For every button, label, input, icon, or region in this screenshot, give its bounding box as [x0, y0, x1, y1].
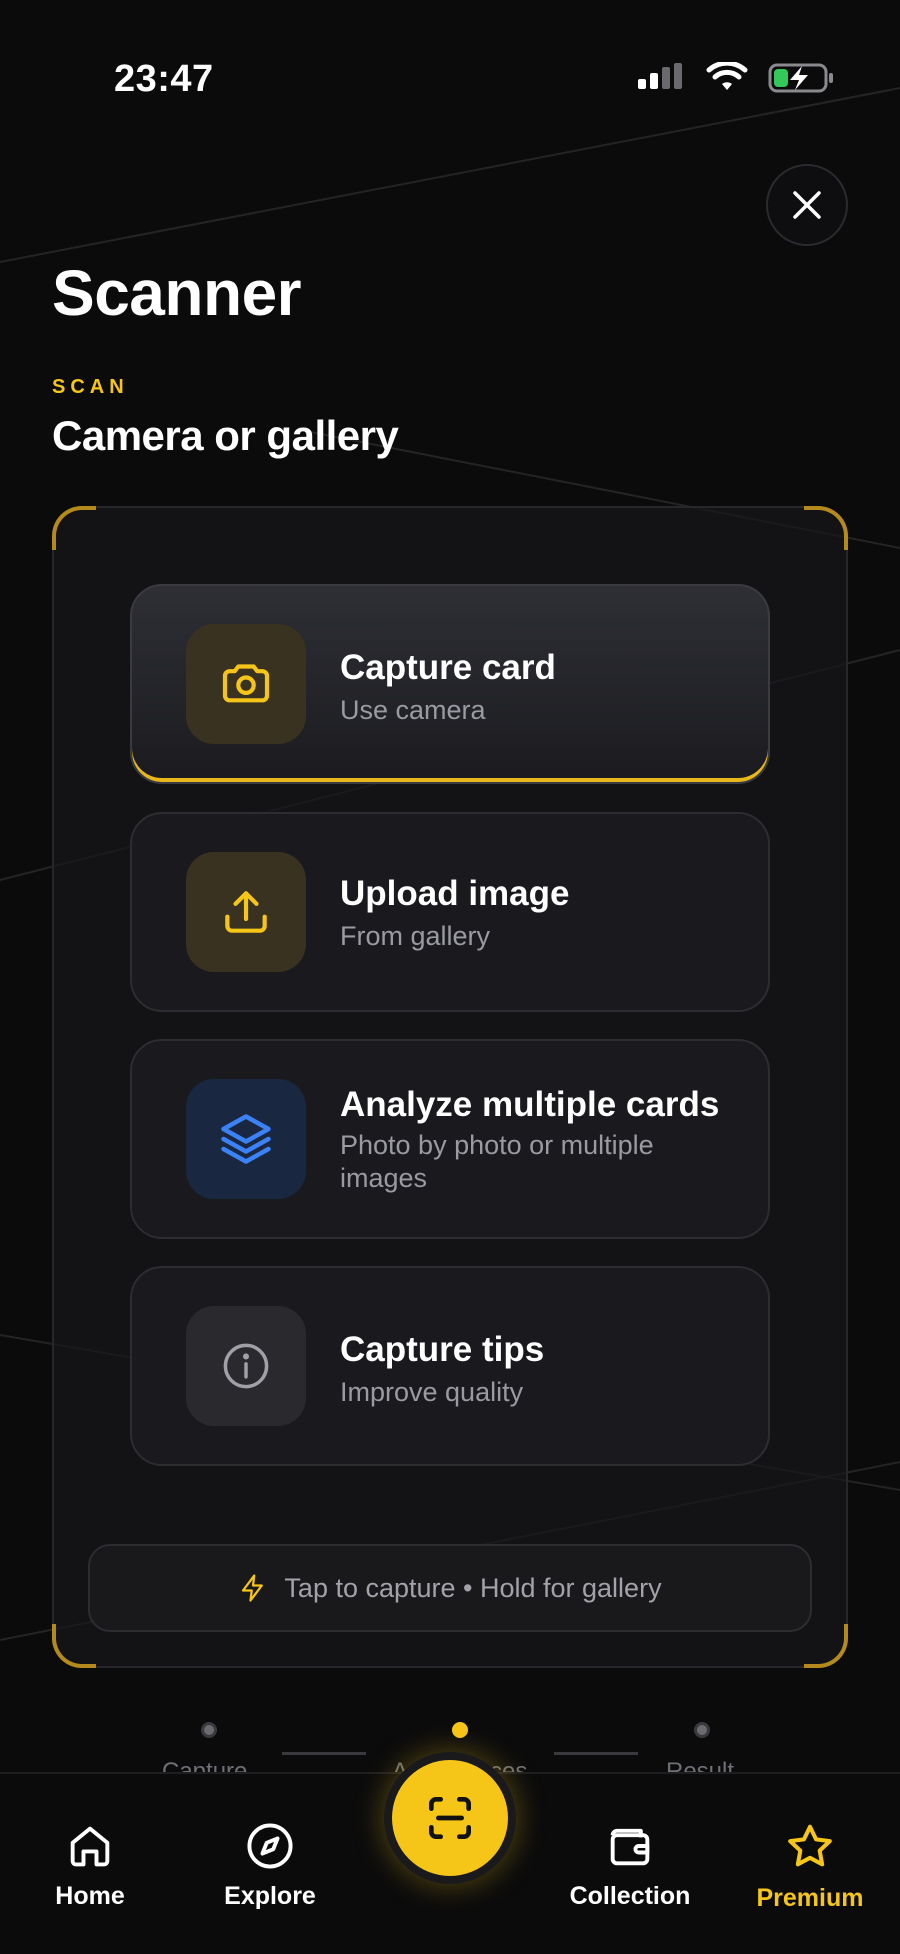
step-dot-analyze [452, 1722, 468, 1738]
close-button[interactable] [766, 164, 848, 246]
info-icon-tile [186, 1306, 306, 1426]
option-subtitle: From gallery [340, 921, 491, 951]
option-title: Capture tips [340, 1330, 545, 1369]
option-capture-tips[interactable]: Capture tips Improve quality [130, 1266, 770, 1466]
camera-icon [222, 664, 270, 703]
option-capture-card[interactable]: Capture card Use camera [130, 584, 770, 784]
status-time: 23:47 [114, 58, 214, 100]
battery-charging-icon [768, 63, 833, 93]
layers-icon-tile [186, 1079, 306, 1199]
wallet-icon [610, 1828, 650, 1866]
option-title: Analyze multiple cards [340, 1085, 720, 1124]
section-subtitle: Camera or gallery [52, 412, 399, 459]
info-icon [223, 1343, 269, 1389]
close-icon [793, 191, 821, 219]
option-upload-image[interactable]: Upload image From gallery [130, 812, 770, 1012]
option-title: Upload image [340, 874, 570, 913]
lightning-icon [242, 1574, 264, 1602]
panel-corner-bottom-right [804, 1624, 848, 1668]
step-dot-capture [201, 1722, 217, 1738]
tab-premium[interactable]: Premium [730, 1820, 890, 1913]
section-eyebrow: SCAN [52, 376, 129, 398]
option-title: Capture card [340, 648, 556, 687]
option-subtitle: Use camera [340, 695, 486, 725]
option-subtitle: Improve quality [340, 1377, 524, 1407]
step-connector [554, 1752, 638, 1755]
tab-premium-label: Premium [756, 1884, 864, 1912]
option-subtitle: Photo by photo or multiple images [340, 1130, 654, 1193]
wifi-icon [706, 62, 748, 90]
layers-icon [221, 1114, 271, 1164]
tab-home-label: Home [55, 1882, 125, 1910]
home-icon [70, 1826, 110, 1867]
capture-hint: Tap to capture • Hold for gallery [88, 1544, 812, 1632]
scan-button[interactable] [384, 1752, 516, 1884]
status-icons [636, 62, 834, 94]
camera-icon-tile [186, 624, 306, 744]
page-title: Scanner [52, 257, 302, 329]
tab-collection-label: Collection [569, 1882, 691, 1910]
tab-explore[interactable]: Explore [190, 1820, 350, 1911]
option-analyze-multiple[interactable]: Analyze multiple cards Photo by photo or… [130, 1039, 770, 1239]
upload-icon [225, 891, 267, 933]
tab-explore-label: Explore [224, 1882, 316, 1910]
cellular-signal-icon [638, 63, 682, 89]
upload-icon-tile [186, 852, 306, 972]
panel-corner-bottom-left [52, 1624, 96, 1668]
panel-corner-top-left [52, 506, 96, 550]
step-connector [282, 1752, 366, 1755]
scan-icon [429, 1797, 471, 1839]
star-icon [788, 1824, 832, 1867]
step-dot-result [694, 1722, 710, 1738]
compass-icon [247, 1823, 293, 1869]
capture-hint-text: Tap to capture • Hold for gallery [284, 1572, 662, 1603]
tab-home[interactable]: Home [10, 1820, 170, 1911]
tab-collection[interactable]: Collection [550, 1820, 710, 1911]
panel-corner-top-right [804, 506, 848, 550]
